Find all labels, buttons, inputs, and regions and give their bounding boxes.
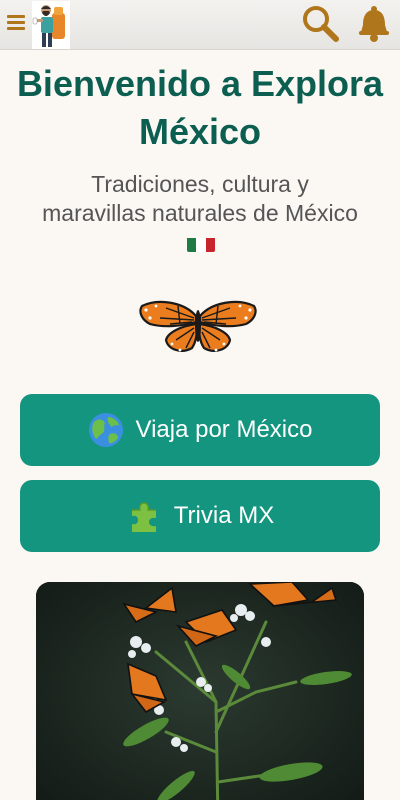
search-icon[interactable] [300,3,340,43]
trivia-mx-label: Trivia MX [173,502,275,529]
subtitle-text: Tradiciones, cultura y maravillas natura… [42,171,358,226]
monarch-butterflies-photo [36,582,364,800]
menu-bar-line [7,27,25,30]
page-subtitle: Tradiciones, cultura y maravillas natura… [40,170,360,257]
travel-mexico-label: Viaja por México [135,416,313,443]
bell-icon[interactable] [356,4,392,42]
menu-bar-line [7,21,25,24]
mexico-flag-icon [187,234,215,252]
monarch-butterfly-icon [139,300,257,352]
menu-button[interactable] [6,12,26,36]
hiker-avatar-icon[interactable] [32,1,70,49]
globe-icon [88,413,123,447]
puzzle-piece-icon [131,502,156,532]
menu-bar-line [7,15,25,18]
travel-mexico-button[interactable]: Viaja por México [20,394,380,466]
page-title: Bienvenido a Explora México [16,63,384,152]
top-bar [0,0,400,50]
monarch-photo-illustration [36,582,364,800]
trivia-mx-button[interactable]: Trivia MX [20,480,380,552]
